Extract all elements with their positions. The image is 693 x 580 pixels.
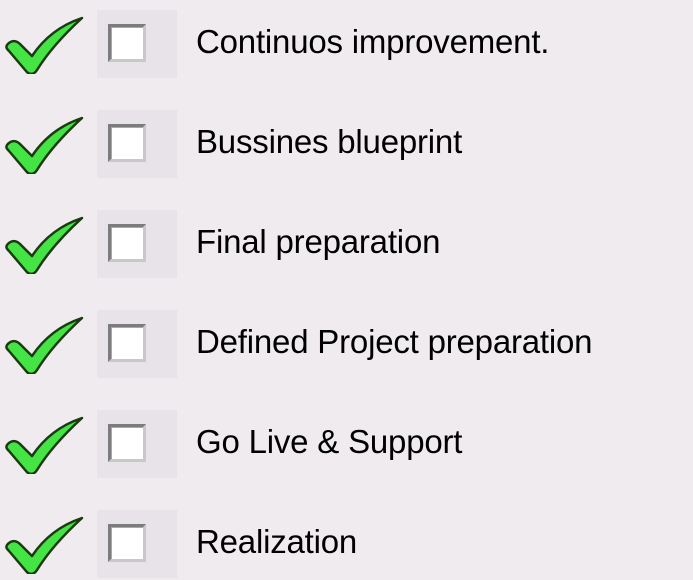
green-check-icon [4, 16, 86, 74]
checkbox[interactable] [108, 224, 146, 262]
checkbox[interactable] [108, 124, 146, 162]
item-label: Defined Project preparation [196, 323, 593, 360]
item-label: Final preparation [196, 223, 441, 260]
checkbox[interactable] [108, 324, 146, 362]
checkbox-container [97, 310, 177, 378]
green-check-icon [4, 516, 86, 574]
list-item: Continuos improvement. [0, 8, 693, 80]
checkbox-container [97, 510, 177, 578]
list-item: Bussines blueprint [0, 108, 693, 180]
list-item: Go Live & Support [0, 408, 693, 480]
green-check-icon [4, 416, 86, 474]
checkbox-container [97, 210, 177, 278]
green-check-icon [4, 316, 86, 374]
checkbox[interactable] [108, 24, 146, 62]
checklist: Continuos improvement. Bussines blueprin… [0, 0, 693, 578]
green-check-icon [4, 216, 86, 274]
list-item: Defined Project preparation [0, 308, 693, 380]
item-label: Continuos improvement. [196, 23, 550, 60]
item-label: Realization [196, 523, 358, 560]
checkbox-container [97, 410, 177, 478]
item-label: Bussines blueprint [196, 123, 463, 160]
checkbox[interactable] [108, 424, 146, 462]
checkbox[interactable] [108, 524, 146, 562]
green-check-icon [4, 116, 86, 174]
list-item: Final preparation [0, 208, 693, 280]
checkbox-container [97, 10, 177, 78]
checkbox-container [97, 110, 177, 178]
item-label: Go Live & Support [196, 423, 463, 460]
list-item: Realization [0, 508, 693, 580]
